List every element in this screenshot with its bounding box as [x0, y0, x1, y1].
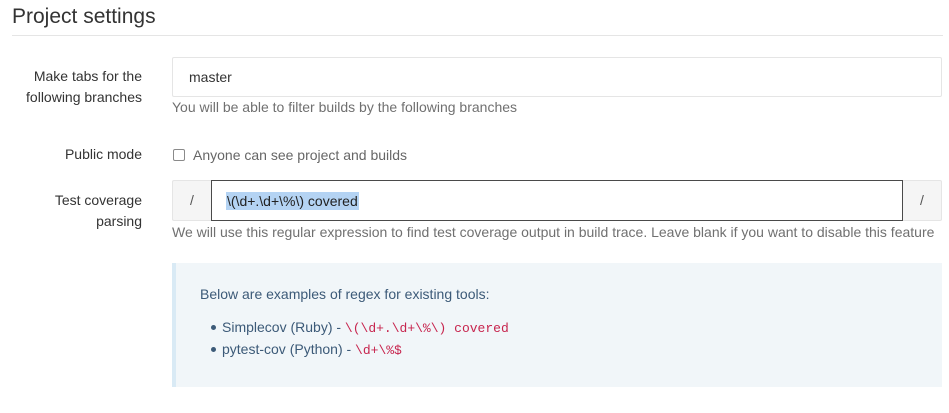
example-tool: Simplecov (Ruby) - [222, 319, 345, 335]
coverage-help: We will use this regular expression to f… [172, 224, 935, 240]
list-item: Simplecov (Ruby) - \(\d+.\d+\%\) covered [211, 316, 509, 338]
coverage-label: Test coverage parsing [54, 192, 142, 229]
list-item: pytest-cov (Python) - \d+\%$ [211, 338, 509, 360]
page-title: Project settings [12, 5, 156, 28]
example-tool: pytest-cov (Python) - [222, 341, 356, 357]
coverage-input-group: / \(\d+.\d+\%\) covered / [172, 180, 942, 221]
coverage-suffix: / [903, 180, 942, 221]
examples-list: Simplecov (Ruby) - \(\d+.\d+\%\) covered… [211, 316, 509, 360]
coverage-regex-input[interactable]: \(\d+.\d+\%\) covered [211, 180, 903, 221]
branches-label: Make tabs for the following branches [26, 68, 142, 105]
example-regex: \d+\%$ [355, 343, 402, 358]
project-settings-page: Project settings Make tabs for the follo… [0, 0, 949, 413]
branches-input[interactable]: master [172, 57, 942, 97]
public-mode-checkbox[interactable] [173, 149, 185, 161]
public-mode-checkbox-label[interactable]: Anyone can see project and builds [193, 147, 407, 163]
coverage-prefix: / [172, 180, 211, 221]
public-mode-row[interactable]: Anyone can see project and builds [173, 145, 407, 165]
examples-title: Below are examples of regex for existing… [200, 286, 490, 302]
public-mode-label: Public mode [64, 146, 142, 162]
branches-help: You will be able to filter builds by the… [172, 99, 518, 115]
coverage-regex-value: \(\d+.\d+\%\) covered [226, 191, 359, 210]
section-divider [12, 35, 943, 36]
examples-info-box: Below are examples of regex for existing… [172, 263, 942, 387]
example-regex: \(\d+.\d+\%\) covered [344, 321, 509, 336]
